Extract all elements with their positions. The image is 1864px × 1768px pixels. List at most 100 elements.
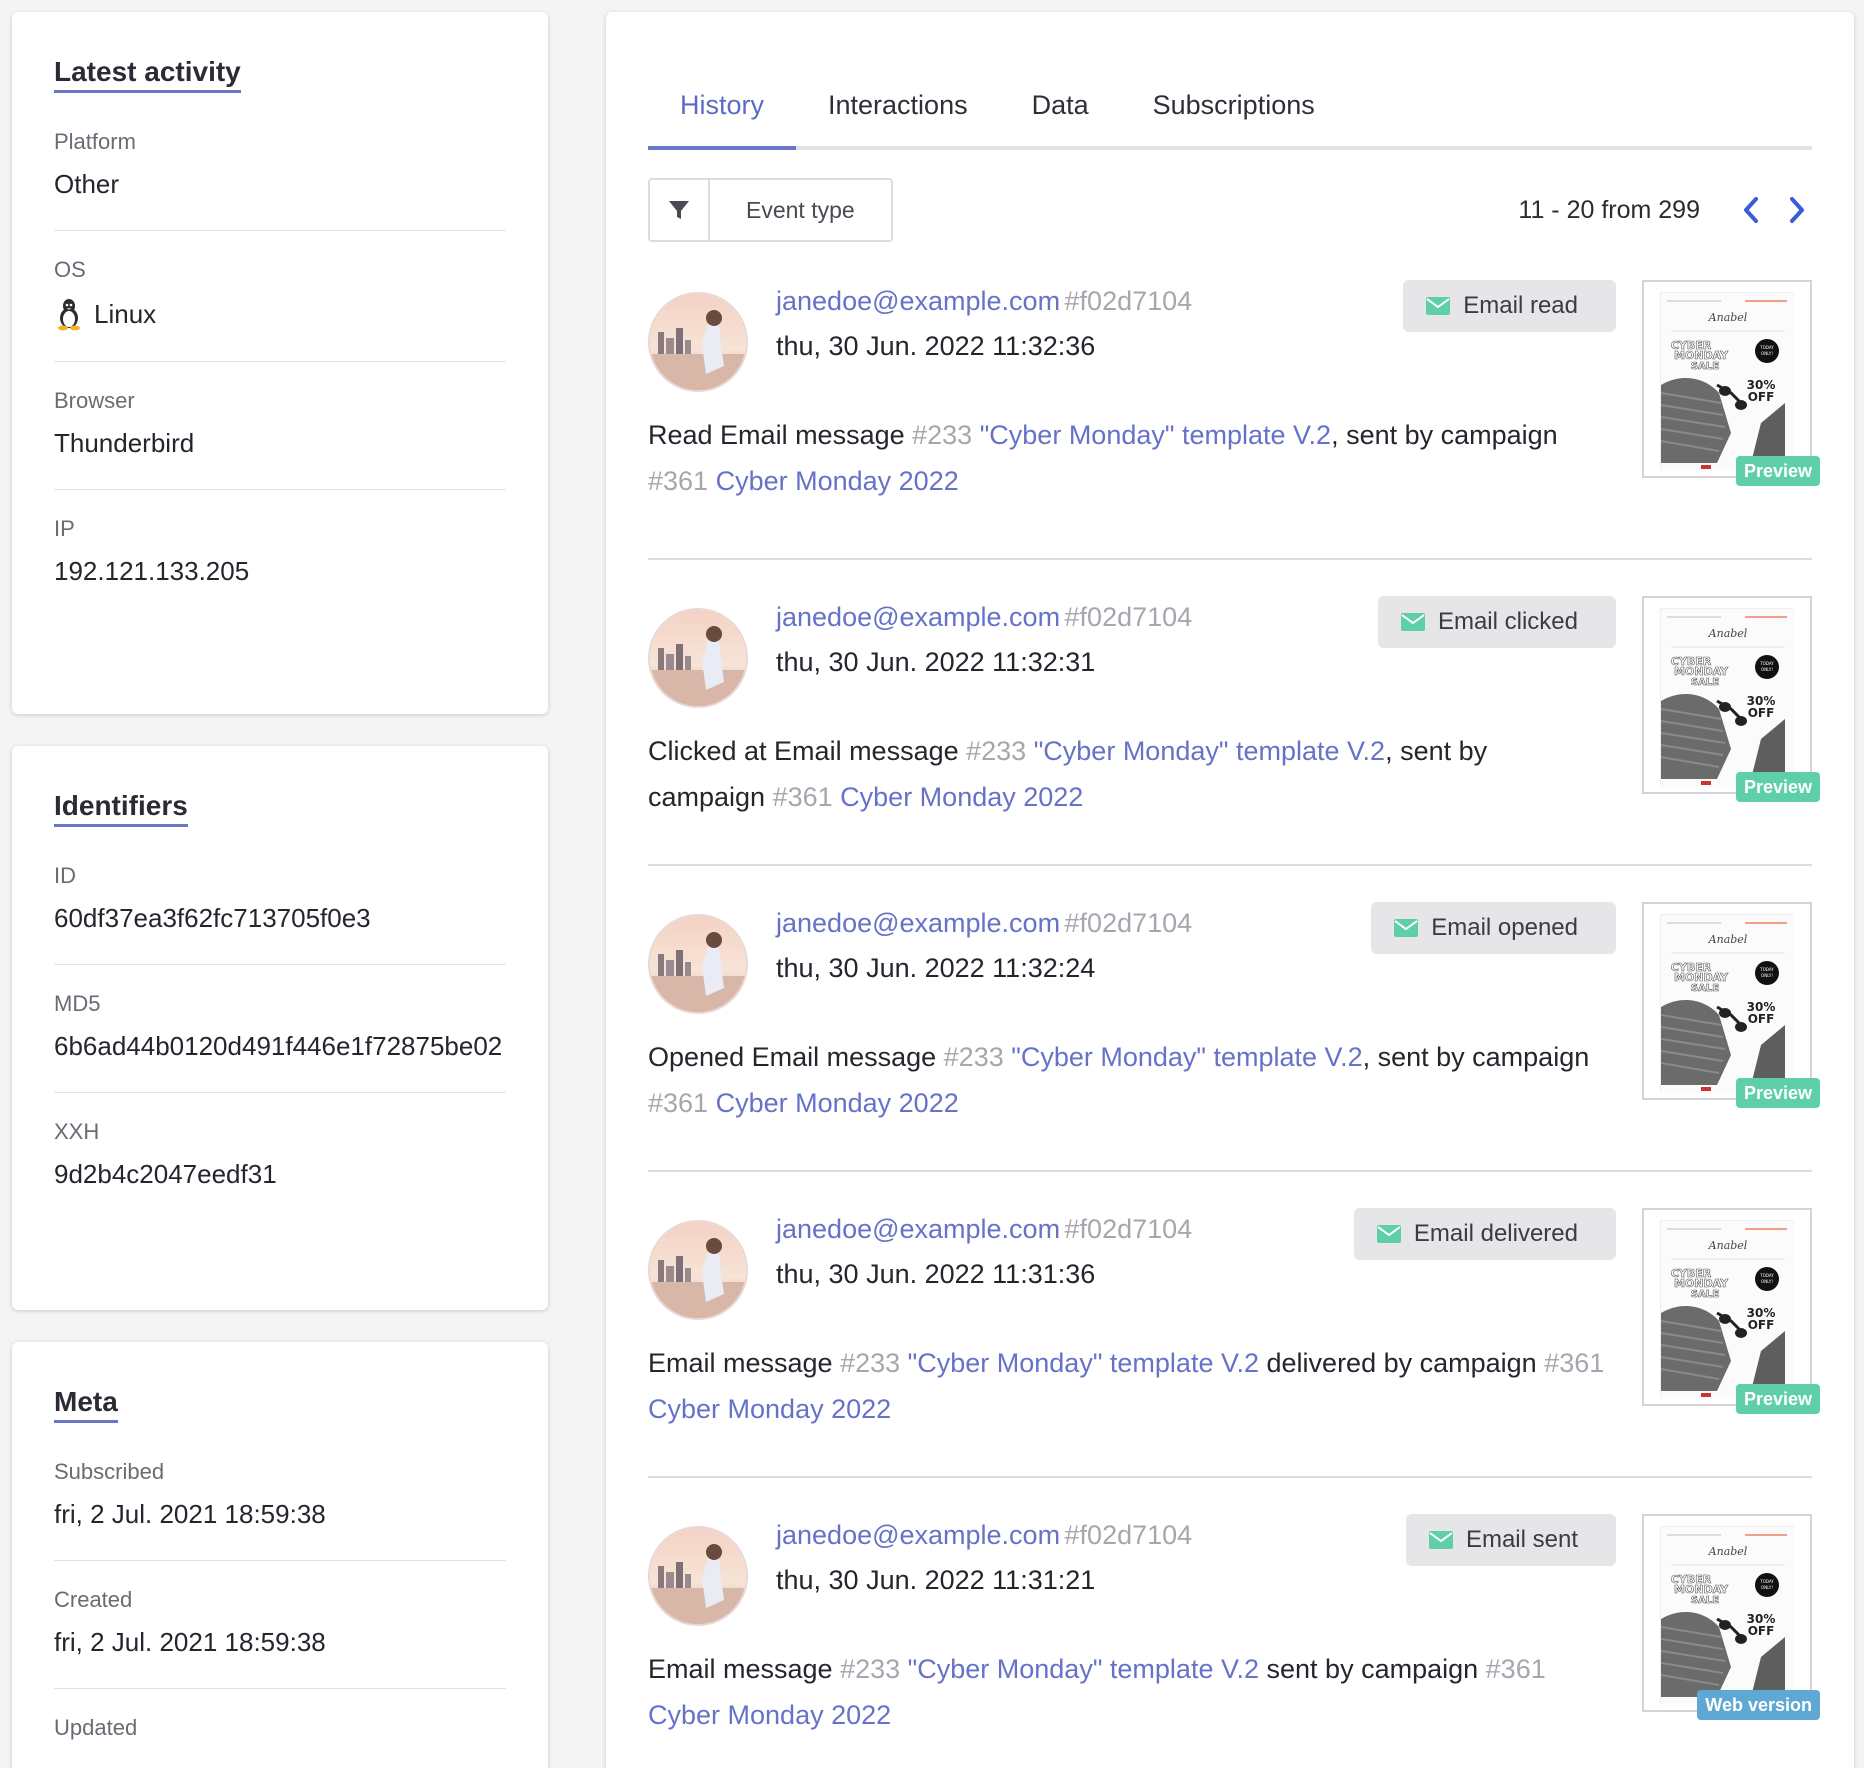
event-item: janedoe@example.com #f02d7104 thu, 30 Ju…	[648, 560, 1820, 866]
template-link[interactable]: "Cyber Monday" template V.2	[972, 420, 1331, 450]
chevron-left-icon	[1744, 197, 1758, 223]
campaign-id: #361	[1544, 1348, 1605, 1378]
browser-label: Browser	[54, 388, 135, 413]
template-link[interactable]: "Cyber Monday" template V.2	[1026, 736, 1385, 766]
campaign-link[interactable]: Cyber Monday 2022	[708, 466, 959, 496]
filter-icon	[650, 180, 710, 240]
campaign-link[interactable]: Cyber Monday 2022	[833, 782, 1083, 812]
campaign-link[interactable]: Cyber Monday 2022	[708, 1088, 959, 1118]
email-preview-image: Anabel CYBER MONDAY SALE TODAY ONLY! 30%…	[1660, 1526, 1795, 1705]
contact-email-link[interactable]: janedoe@example.com	[776, 1214, 1060, 1244]
email-preview-image: Anabel CYBER MONDAY SALE TODAY ONLY! 30%…	[1660, 914, 1795, 1093]
preview-tag[interactable]: Preview	[1735, 1078, 1820, 1108]
event-description: Opened Email message #233 "Cyber Monday"…	[648, 1034, 1608, 1126]
event-type-label: Email clicked	[1437, 608, 1578, 635]
avatar[interactable]	[648, 1220, 748, 1320]
latest-activity-card: Latest activity Platform Other OS Linux …	[12, 12, 548, 714]
campaign-id: #361	[1485, 1654, 1546, 1684]
contact-email-link[interactable]: janedoe@example.com	[776, 1520, 1060, 1550]
campaign-link[interactable]: Cyber Monday 2022	[648, 1394, 891, 1424]
next-page-button[interactable]	[1782, 192, 1812, 228]
event-type-label: Email delivered	[1413, 1220, 1578, 1247]
xxh-value: 9d2b4c2047eedf31	[54, 1159, 506, 1190]
xxh-label: XXH	[54, 1119, 100, 1144]
thumb-brand: Anabel	[1708, 933, 1748, 946]
event-description-text: Read Email message	[648, 420, 913, 450]
preview-tag[interactable]: Preview	[1735, 1384, 1820, 1414]
thumb-discount-line2: OFF	[1748, 390, 1775, 404]
avatar[interactable]	[648, 292, 748, 392]
tab-interactions[interactable]: Interactions	[796, 72, 1000, 146]
contact-email-link[interactable]: janedoe@example.com	[776, 286, 1060, 316]
campaign-link[interactable]: Cyber Monday 2022	[648, 1700, 891, 1730]
envelope-icon	[1426, 297, 1451, 315]
event-type-badge: Email clicked	[1377, 596, 1616, 648]
preview-tag[interactable]: Preview	[1735, 772, 1820, 802]
event-header: janedoe@example.com #f02d7104 thu, 30 Ju…	[776, 1214, 1192, 1290]
meta-title: Meta	[54, 1386, 118, 1423]
md5-value-text: 6b6ad44b0120d491f446e1f72875be02	[54, 1031, 503, 1061]
web-version-tag[interactable]: Web version	[1697, 1690, 1820, 1720]
thumb-brand: Anabel	[1708, 311, 1748, 324]
tab-history[interactable]: History	[648, 72, 797, 150]
tab-subscriptions[interactable]: Subscriptions	[1121, 72, 1347, 146]
thumb-brand: Anabel	[1708, 1545, 1748, 1558]
md5-label: MD5	[54, 991, 101, 1016]
os-label: OS	[54, 257, 86, 282]
template-link[interactable]: "Cyber Monday" template V.2	[1004, 1042, 1362, 1072]
event-description-text: Opened Email message	[648, 1042, 944, 1072]
event-type-badge: Email opened	[1371, 902, 1616, 954]
template-link[interactable]: "Cyber Monday" template V.2	[900, 1654, 1259, 1684]
email-thumbnail[interactable]: Anabel CYBER MONDAY SALE TODAY ONLY! 30%…	[1642, 596, 1812, 794]
updated-field: Updated	[54, 1703, 506, 1768]
event-description-text: Clicked at Email message	[648, 736, 967, 766]
md5-value: 6b6ad44b0120d491f446e1f72875be02	[54, 1031, 506, 1062]
contact-email-link[interactable]: janedoe@example.com	[776, 602, 1060, 632]
event-type-badge: Email read	[1403, 280, 1616, 332]
thumb-today-line1: TODAY	[1759, 1579, 1774, 1584]
platform-field: Platform Other	[54, 117, 506, 231]
updated-label: Updated	[54, 1715, 138, 1740]
prev-page-button[interactable]	[1736, 192, 1766, 228]
created-label: Created	[54, 1587, 133, 1612]
event-type-filter[interactable]: Event type	[648, 178, 893, 242]
message-id: #233	[966, 736, 1027, 766]
created-field: Created fri, 2 Jul. 2021 18:59:38	[54, 1575, 506, 1689]
contact-email-link[interactable]: janedoe@example.com	[776, 908, 1060, 938]
thumb-discount-line2: OFF	[1748, 1318, 1775, 1332]
campaign-id: #361	[648, 1088, 709, 1118]
contact-hash: #f02d7104	[1064, 1520, 1193, 1550]
avatar[interactable]	[648, 1526, 748, 1626]
envelope-icon	[1376, 1225, 1401, 1243]
platform-value-text: Other	[54, 169, 120, 199]
email-thumbnail[interactable]: Anabel CYBER MONDAY SALE TODAY ONLY! 30%…	[1642, 1514, 1812, 1712]
preview-tag[interactable]: Preview	[1735, 456, 1820, 486]
thumb-today-line2: ONLY!	[1761, 1585, 1773, 1590]
email-thumbnail[interactable]: Anabel CYBER MONDAY SALE TODAY ONLY! 30%…	[1642, 280, 1812, 478]
event-item: janedoe@example.com #f02d7104 thu, 30 Ju…	[648, 280, 1820, 560]
id-label: ID	[54, 863, 76, 888]
created-value-text: fri, 2 Jul. 2021 18:59:38	[54, 1627, 326, 1657]
avatar[interactable]	[648, 608, 748, 708]
event-type-label: Email read	[1463, 292, 1578, 319]
email-thumbnail[interactable]: Anabel CYBER MONDAY SALE TODAY ONLY! 30%…	[1642, 1208, 1812, 1406]
template-link[interactable]: "Cyber Monday" template V.2	[900, 1348, 1259, 1378]
avatar[interactable]	[648, 914, 748, 1014]
identifiers-card: Identifiers ID 60df37ea3f62fc713705f0e3 …	[12, 746, 548, 1310]
tab-data[interactable]: Data	[1000, 72, 1121, 146]
tab-bar: History Interactions Data Subscriptions	[648, 72, 1812, 150]
thumb-today-line2: ONLY!	[1761, 973, 1773, 978]
thumb-today-line2: ONLY!	[1761, 667, 1773, 672]
thumb-discount-line2: OFF	[1748, 1624, 1775, 1638]
pagination: 11 - 20 from 299	[1518, 192, 1812, 228]
thumb-brand: Anabel	[1708, 1239, 1748, 1252]
linux-icon	[58, 299, 80, 331]
os-field: OS Linux	[54, 245, 506, 362]
event-item: janedoe@example.com #f02d7104 thu, 30 Ju…	[648, 1478, 1820, 1768]
contact-hash: #f02d7104	[1064, 908, 1193, 938]
os-value-text: Linux	[94, 298, 157, 329]
message-id: #233	[840, 1348, 901, 1378]
email-thumbnail[interactable]: Anabel CYBER MONDAY SALE TODAY ONLY! 30%…	[1642, 902, 1812, 1100]
contact-hash: #f02d7104	[1064, 602, 1193, 632]
envelope-icon	[1400, 613, 1425, 631]
